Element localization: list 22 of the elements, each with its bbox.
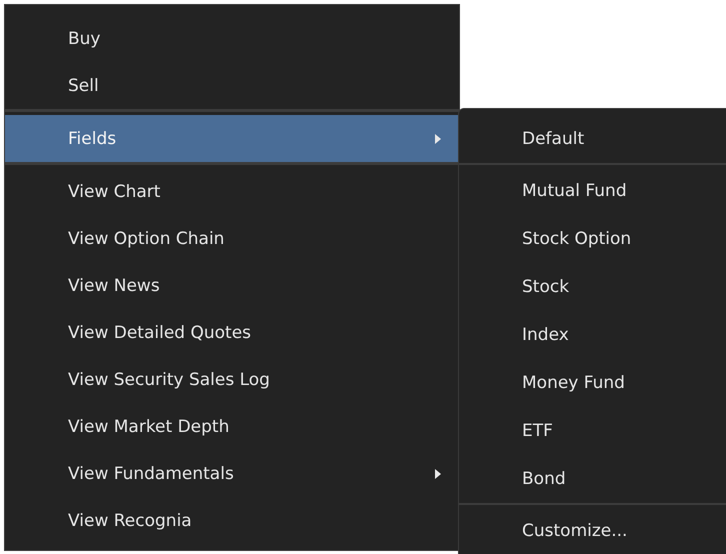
submenu-item[interactable]: Money Fund bbox=[459, 359, 726, 407]
menu-item[interactable]: Buy bbox=[5, 15, 459, 62]
menu-item[interactable]: View Market Depth bbox=[5, 403, 459, 450]
menu-item[interactable]: View Recognia bbox=[5, 497, 459, 544]
submenu-item[interactable]: Mutual Fund bbox=[459, 167, 726, 215]
submenu-arrow-icon bbox=[435, 468, 441, 478]
menu-item[interactable]: View Fundamentals bbox=[5, 450, 459, 497]
submenu-item[interactable]: Stock Option bbox=[459, 215, 726, 263]
submenu-item[interactable]: Default bbox=[459, 115, 726, 165]
menu-item[interactable]: Fields bbox=[5, 115, 459, 165]
submenu-item[interactable]: ETF bbox=[459, 407, 726, 455]
menu-item[interactable]: View Detailed Quotes bbox=[5, 309, 459, 356]
submenu-item[interactable]: Stock bbox=[459, 263, 726, 311]
submenu-item[interactable]: Bond bbox=[459, 455, 726, 505]
menu-item[interactable]: View Chart bbox=[5, 168, 459, 215]
menu-item[interactable]: View Security Sales Log bbox=[5, 356, 459, 403]
menu-item[interactable]: View Option Chain bbox=[5, 215, 459, 262]
submenu-arrow-icon bbox=[435, 134, 441, 144]
submenu-item[interactable]: Index bbox=[459, 311, 726, 359]
menu-item[interactable]: View News bbox=[5, 262, 459, 309]
submenu-item[interactable]: Customize... bbox=[459, 507, 726, 554]
menu-item[interactable]: Sell bbox=[5, 62, 459, 112]
